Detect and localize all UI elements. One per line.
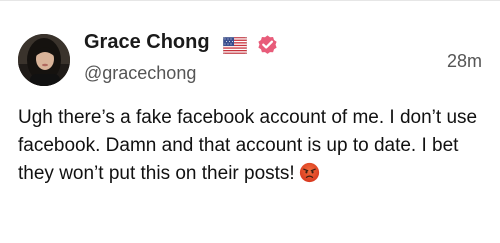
angry-face-emoji — [299, 162, 319, 183]
author-handle[interactable]: @gracechong — [84, 63, 196, 84]
verified-badge-icon — [258, 35, 277, 54]
post-text: Ugh there’s a fake facebook account of m… — [18, 107, 478, 184]
post-timestamp[interactable]: 28m — [447, 51, 482, 72]
avatar-photo — [18, 34, 70, 86]
post-card: Grace Chong @gracechong 28m Ugh there’s … — [0, 0, 500, 243]
post-body: Ugh there’s a fake facebook account of m… — [18, 104, 488, 188]
author-display-name[interactable]: Grace Chong — [84, 31, 210, 54]
author-avatar[interactable] — [18, 34, 70, 86]
us-flag-icon — [223, 37, 247, 54]
